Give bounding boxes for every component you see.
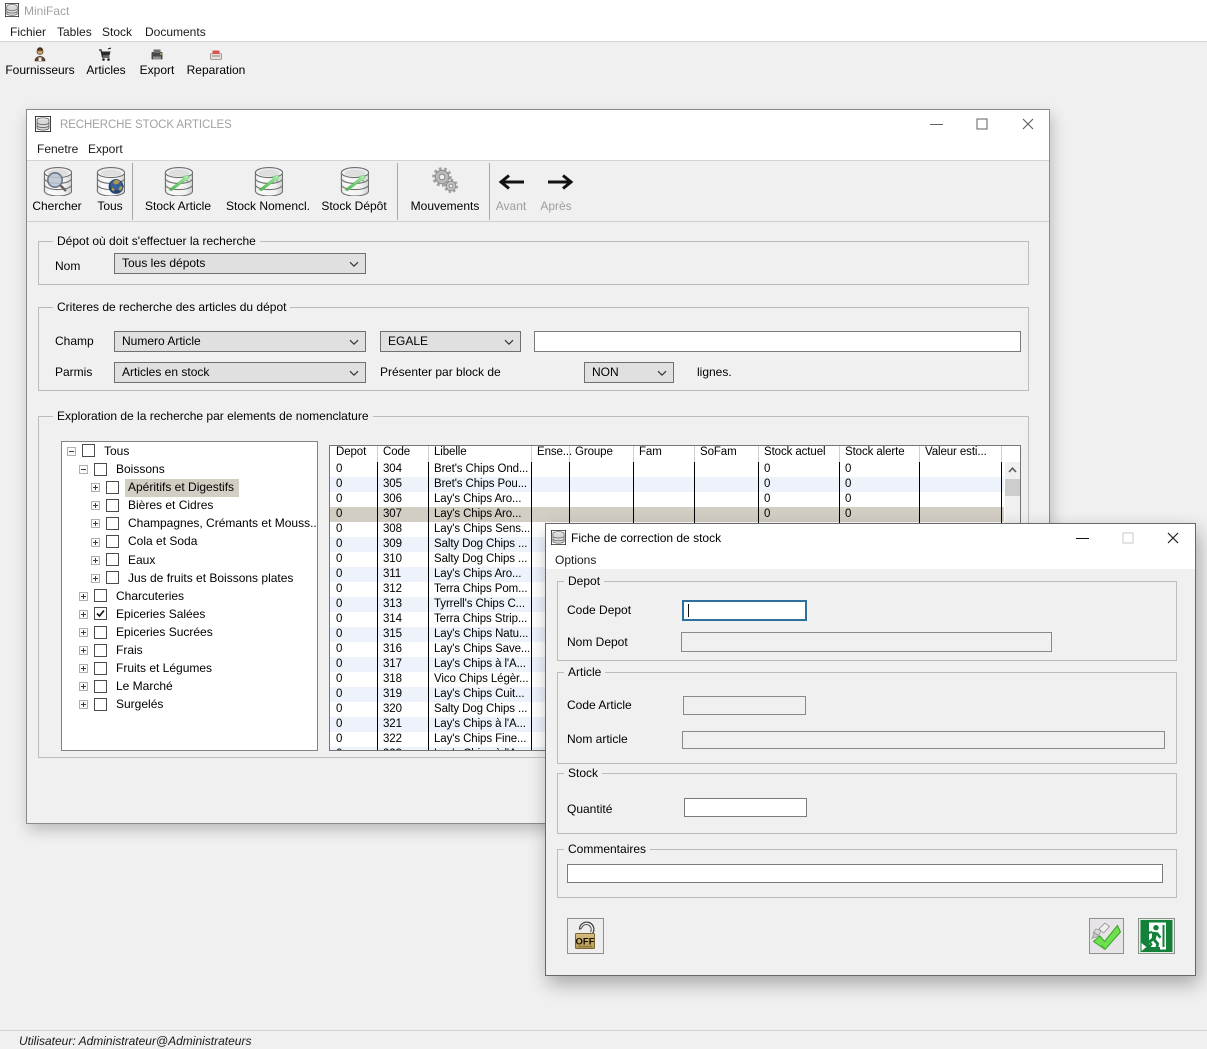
svg-text:OFF: OFF <box>576 937 595 948</box>
